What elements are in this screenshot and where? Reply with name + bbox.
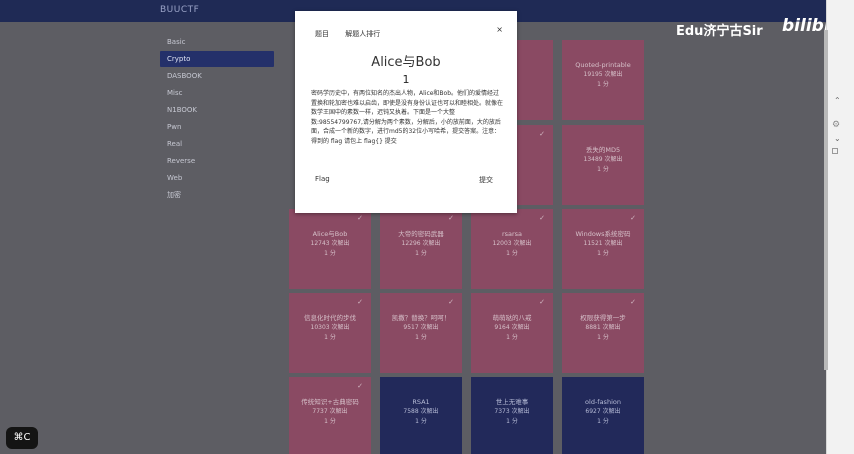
challenge-tile[interactable]: old-fashion 6927 次解出 1 分: [562, 377, 644, 454]
tile-solves: 7588 次解出: [403, 408, 439, 415]
tile-name: 丢失的MD5: [585, 146, 621, 154]
solved-check-icon: ✓: [448, 214, 454, 222]
challenge-tile[interactable]: RSA1 7588 次解出 1 分: [380, 377, 462, 454]
challenge-tile[interactable]: 世上无难事 7373 次解出 1 分: [471, 377, 553, 454]
site-brand[interactable]: BUUCTF: [160, 5, 199, 15]
solved-check-icon: ✓: [357, 214, 363, 222]
solved-check-icon: ✓: [539, 298, 545, 306]
flag-input[interactable]: Flag: [315, 175, 330, 183]
tile-points: 1 分: [506, 250, 518, 257]
tile-solves: 12296 次解出: [401, 240, 441, 247]
solved-check-icon: ✓: [539, 130, 545, 138]
tile-name: 萌萌哒的八戒: [492, 314, 532, 322]
tile-name: 传统知识+古典密码: [301, 398, 359, 406]
tile-solves: 7737 次解出: [312, 408, 348, 415]
browser-side-panel: [826, 0, 854, 454]
solved-check-icon: ✓: [539, 214, 545, 222]
tile-points: 1 分: [597, 250, 609, 257]
sidebar-item[interactable]: N1BOOK: [160, 102, 274, 118]
tile-solves: 9517 次解出: [403, 324, 439, 331]
sidebar-item[interactable]: Pwn: [160, 119, 274, 135]
solved-check-icon: ✓: [448, 298, 454, 306]
tile-solves: 12003 次解出: [492, 240, 532, 247]
tile-solves: 8881 次解出: [585, 324, 621, 331]
solved-check-icon: ✓: [357, 382, 363, 390]
tile-solves: 12743 次解出: [310, 240, 350, 247]
keyboard-shortcut-badge: ⌘C: [6, 427, 38, 449]
category-sidebar: Basic Crypto DASBOOK Misc N1BOOK Pwn Real Rever…: [160, 34, 274, 204]
tile-points: 1 分: [415, 418, 427, 425]
tile-solves: 10303 次解出: [310, 324, 350, 331]
tile-solves: 13489 次解出: [583, 156, 623, 163]
challenge-tile[interactable]: Quoted-printable 19195 次解出 1 分: [562, 40, 644, 120]
sidebar-item[interactable]: 加密: [160, 187, 274, 203]
tile-name: Windows系统密码: [575, 230, 631, 238]
solved-check-icon: ✓: [630, 214, 636, 222]
challenge-tile[interactable]: ✓ 权限获得第一步 8881 次解出 1 分: [562, 293, 644, 373]
tile-name: Alice与Bob: [312, 230, 348, 238]
tile-solves: 7373 次解出: [494, 408, 530, 415]
tile-name: rsarsa: [501, 230, 523, 238]
tile-name: old-fashion: [585, 398, 621, 406]
checkbox-icon[interactable]: [832, 148, 838, 154]
tile-name: RSA1: [412, 398, 430, 406]
challenge-title: Alice与Bob: [371, 55, 441, 70]
tile-points: 1 分: [597, 81, 609, 88]
tile-solves: 6927 次解出: [585, 408, 621, 415]
challenge-tile[interactable]: ✓ 萌萌哒的八戒 9164 次解出 1 分: [471, 293, 553, 373]
sidebar-item[interactable]: DASBOOK: [160, 68, 274, 84]
tile-points: 1 分: [324, 250, 336, 257]
challenge-score: 1: [402, 73, 410, 86]
tile-name: 权限获得第一步: [580, 314, 626, 322]
tile-points: 1 分: [597, 418, 609, 425]
challenge-tile[interactable]: ✓ Windows系统密码 11521 次解出 1 分: [562, 209, 644, 289]
sidebar-item[interactable]: Basic: [160, 34, 274, 50]
chevron-down-icon[interactable]: ⌄: [834, 134, 841, 143]
tile-points: 1 分: [324, 418, 336, 425]
challenge-tile[interactable]: ✓ rsarsa 12003 次解出 1 分: [471, 209, 553, 289]
tile-name: 信息化时代的步伐: [304, 314, 356, 322]
tile-points: 1 分: [597, 334, 609, 341]
challenge-tile[interactable]: 丢失的MD5 13489 次解出 1 分: [562, 125, 644, 205]
challenge-tile[interactable]: ✓ Alice与Bob 12743 次解出 1 分: [289, 209, 371, 289]
sidebar-item[interactable]: Real: [160, 136, 274, 152]
modal-tabs: 题目 解题人排行: [315, 29, 394, 39]
tile-solves: 19195 次解出: [583, 71, 623, 78]
sidebar-item[interactable]: Reverse: [160, 153, 274, 169]
solved-check-icon: ✓: [357, 298, 363, 306]
tile-points: 1 分: [506, 418, 518, 425]
sidebar-item[interactable]: Misc: [160, 85, 274, 101]
challenge-tile[interactable]: ✓ 信息化时代的步伐 10303 次解出 1 分: [289, 293, 371, 373]
tile-solves: 9164 次解出: [494, 324, 530, 331]
tile-solves: 11521 次解出: [583, 240, 623, 247]
close-icon[interactable]: ×: [496, 25, 503, 34]
tile-points: 1 分: [324, 334, 336, 341]
tile-name: 凯撒？替换？呵呵！: [391, 314, 451, 322]
channel-watermark: Edu济宁古Sir: [676, 24, 763, 39]
tile-points: 1 分: [597, 166, 609, 173]
challenge-tile[interactable]: ✓ 传统知识+古典密码 7737 次解出 1 分: [289, 377, 371, 454]
tab-challenge[interactable]: 题目: [315, 29, 329, 39]
tile-points: 1 分: [506, 334, 518, 341]
challenge-tile[interactable]: ✓ 大帝的密码武器 12296 次解出 1 分: [380, 209, 462, 289]
chevron-up-icon[interactable]: ⌃: [834, 96, 841, 105]
tile-name: 世上无难事: [495, 398, 529, 406]
tile-name: Quoted-printable: [575, 61, 631, 69]
tile-points: 1 分: [415, 334, 427, 341]
tile-points: 1 分: [415, 250, 427, 257]
scrollbar-thumb[interactable]: [824, 30, 828, 370]
solved-check-icon: ✓: [630, 298, 636, 306]
tab-solves[interactable]: 解题人排行: [345, 29, 380, 39]
sidebar-item[interactable]: Crypto: [160, 51, 274, 67]
challenge-tile[interactable]: ✓ 凯撒？替换？呵呵！ 9517 次解出 1 分: [380, 293, 462, 373]
challenge-modal: 题目 解题人排行 × Alice与Bob 1 密码学历史中，有两位知名的杰出人物…: [295, 11, 517, 213]
submit-button[interactable]: 提交: [479, 175, 493, 185]
challenge-description: 密码学历史中，有两位知名的杰出人物，Alice和Bob。他们的爱情经过置换和轮加…: [311, 90, 503, 145]
sidebar-item[interactable]: Web: [160, 170, 274, 186]
gear-icon[interactable]: ⚙: [832, 120, 840, 130]
tile-name: 大帝的密码武器: [398, 230, 444, 238]
